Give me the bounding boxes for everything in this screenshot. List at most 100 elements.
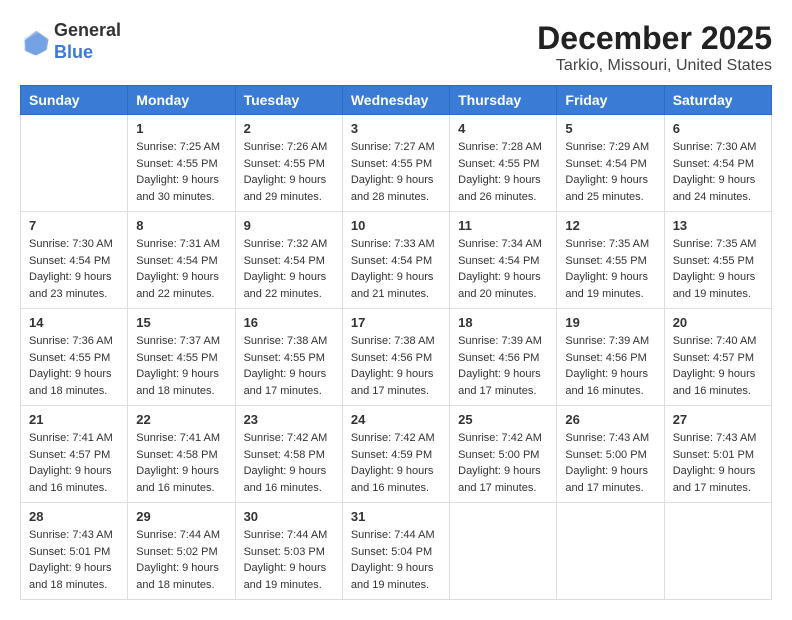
day-number: 20 [673, 315, 763, 330]
day-info-line: Daylight: 9 hours [136, 174, 219, 186]
day-info-line: Sunrise: 7:28 AM [458, 141, 542, 153]
day-info-line: Sunset: 4:57 PM [673, 352, 754, 364]
day-info-line: Sunrise: 7:42 AM [351, 432, 435, 444]
day-number: 23 [244, 412, 334, 427]
calendar-cell: 3Sunrise: 7:27 AMSunset: 4:55 PMDaylight… [342, 115, 449, 212]
day-info-line: Daylight: 9 hours [565, 368, 648, 380]
day-info-line: Daylight: 9 hours [244, 271, 327, 283]
week-row: 14Sunrise: 7:36 AMSunset: 4:55 PMDayligh… [21, 309, 772, 406]
day-info-line: Sunrise: 7:29 AM [565, 141, 649, 153]
day-info: Sunrise: 7:35 AMSunset: 4:55 PMDaylight:… [673, 236, 763, 302]
day-info-line: and 24 minutes. [673, 191, 751, 203]
day-number: 8 [136, 218, 226, 233]
day-info: Sunrise: 7:26 AMSunset: 4:55 PMDaylight:… [244, 139, 334, 205]
day-info-line: Daylight: 9 hours [29, 465, 112, 477]
day-of-week-header: Tuesday [235, 86, 342, 115]
day-info-line: and 18 minutes. [136, 385, 214, 397]
week-row: 1Sunrise: 7:25 AMSunset: 4:55 PMDaylight… [21, 115, 772, 212]
day-number: 10 [351, 218, 441, 233]
day-number: 25 [458, 412, 548, 427]
day-of-week-header: Wednesday [342, 86, 449, 115]
day-info-line: Sunset: 5:00 PM [458, 449, 539, 461]
logo-text: General Blue [54, 20, 121, 63]
day-of-week-header: Thursday [450, 86, 557, 115]
day-info-line: Daylight: 9 hours [673, 368, 756, 380]
day-info-line: Sunset: 4:59 PM [351, 449, 432, 461]
day-info-line: Sunrise: 7:30 AM [29, 238, 113, 250]
day-info-line: Daylight: 9 hours [136, 368, 219, 380]
calendar-cell [557, 503, 664, 600]
day-info-line: Sunset: 4:55 PM [458, 158, 539, 170]
day-number: 9 [244, 218, 334, 233]
day-info-line: Daylight: 9 hours [458, 368, 541, 380]
day-info-line: and 20 minutes. [458, 288, 536, 300]
day-info-line: and 21 minutes. [351, 288, 429, 300]
day-info-line: Sunrise: 7:42 AM [244, 432, 328, 444]
day-info-line: Sunrise: 7:25 AM [136, 141, 220, 153]
day-info-line: Sunrise: 7:41 AM [29, 432, 113, 444]
day-info-line: Sunrise: 7:27 AM [351, 141, 435, 153]
calendar-cell: 26Sunrise: 7:43 AMSunset: 5:00 PMDayligh… [557, 406, 664, 503]
day-info-line: Sunset: 5:00 PM [565, 449, 646, 461]
day-number: 27 [673, 412, 763, 427]
calendar-cell: 16Sunrise: 7:38 AMSunset: 4:55 PMDayligh… [235, 309, 342, 406]
day-info-line: Sunset: 4:56 PM [351, 352, 432, 364]
day-info-line: Daylight: 9 hours [136, 562, 219, 574]
day-info: Sunrise: 7:33 AMSunset: 4:54 PMDaylight:… [351, 236, 441, 302]
calendar-cell: 11Sunrise: 7:34 AMSunset: 4:54 PMDayligh… [450, 212, 557, 309]
day-info: Sunrise: 7:41 AMSunset: 4:57 PMDaylight:… [29, 430, 119, 496]
day-info-line: and 17 minutes. [565, 482, 643, 494]
day-info-line: Daylight: 9 hours [244, 368, 327, 380]
week-row: 28Sunrise: 7:43 AMSunset: 5:01 PMDayligh… [21, 503, 772, 600]
day-number: 17 [351, 315, 441, 330]
day-info: Sunrise: 7:42 AMSunset: 4:58 PMDaylight:… [244, 430, 334, 496]
day-info-line: Sunset: 5:01 PM [29, 546, 110, 558]
day-info-line: and 19 minutes. [351, 579, 429, 591]
calendar-cell: 23Sunrise: 7:42 AMSunset: 4:58 PMDayligh… [235, 406, 342, 503]
day-number: 30 [244, 509, 334, 524]
week-row: 21Sunrise: 7:41 AMSunset: 4:57 PMDayligh… [21, 406, 772, 503]
day-info-line: and 19 minutes. [244, 579, 322, 591]
day-info-line: Sunrise: 7:31 AM [136, 238, 220, 250]
day-info-line: Daylight: 9 hours [565, 174, 648, 186]
day-number: 28 [29, 509, 119, 524]
calendar-cell: 20Sunrise: 7:40 AMSunset: 4:57 PMDayligh… [664, 309, 771, 406]
day-info: Sunrise: 7:39 AMSunset: 4:56 PMDaylight:… [565, 333, 655, 399]
day-info-line: Daylight: 9 hours [458, 271, 541, 283]
calendar-subtitle: Tarkio, Missouri, United States [537, 57, 772, 75]
calendar-cell: 6Sunrise: 7:30 AMSunset: 4:54 PMDaylight… [664, 115, 771, 212]
calendar-cell: 8Sunrise: 7:31 AMSunset: 4:54 PMDaylight… [128, 212, 235, 309]
day-info-line: Daylight: 9 hours [565, 465, 648, 477]
calendar-cell: 2Sunrise: 7:26 AMSunset: 4:55 PMDaylight… [235, 115, 342, 212]
day-info-line: Daylight: 9 hours [458, 174, 541, 186]
day-info-line: Daylight: 9 hours [29, 562, 112, 574]
day-info-line: Sunset: 4:55 PM [244, 158, 325, 170]
day-info-line: Sunset: 4:54 PM [673, 158, 754, 170]
day-info-line: and 17 minutes. [244, 385, 322, 397]
day-info-line: Sunset: 4:58 PM [244, 449, 325, 461]
day-info-line: Sunrise: 7:41 AM [136, 432, 220, 444]
day-info-line: Sunset: 5:03 PM [244, 546, 325, 558]
calendar-cell: 19Sunrise: 7:39 AMSunset: 4:56 PMDayligh… [557, 309, 664, 406]
logo-blue: Blue [54, 42, 93, 62]
calendar-cell: 18Sunrise: 7:39 AMSunset: 4:56 PMDayligh… [450, 309, 557, 406]
day-info-line: Sunset: 4:54 PM [458, 255, 539, 267]
day-info-line: and 25 minutes. [565, 191, 643, 203]
day-info-line: Sunrise: 7:35 AM [673, 238, 757, 250]
calendar-cell: 14Sunrise: 7:36 AMSunset: 4:55 PMDayligh… [21, 309, 128, 406]
day-number: 6 [673, 121, 763, 136]
logo: General Blue [20, 20, 121, 63]
week-row: 7Sunrise: 7:30 AMSunset: 4:54 PMDaylight… [21, 212, 772, 309]
day-number: 26 [565, 412, 655, 427]
calendar-cell: 22Sunrise: 7:41 AMSunset: 4:58 PMDayligh… [128, 406, 235, 503]
day-info-line: Sunrise: 7:32 AM [244, 238, 328, 250]
day-info-line: Daylight: 9 hours [29, 368, 112, 380]
day-info-line: and 16 minutes. [136, 482, 214, 494]
day-info-line: Daylight: 9 hours [136, 465, 219, 477]
calendar-title: December 2025 [537, 20, 772, 57]
calendar-cell: 31Sunrise: 7:44 AMSunset: 5:04 PMDayligh… [342, 503, 449, 600]
day-info-line: Sunrise: 7:44 AM [351, 529, 435, 541]
day-number: 24 [351, 412, 441, 427]
day-info: Sunrise: 7:37 AMSunset: 4:55 PMDaylight:… [136, 333, 226, 399]
day-info-line: Sunrise: 7:44 AM [244, 529, 328, 541]
